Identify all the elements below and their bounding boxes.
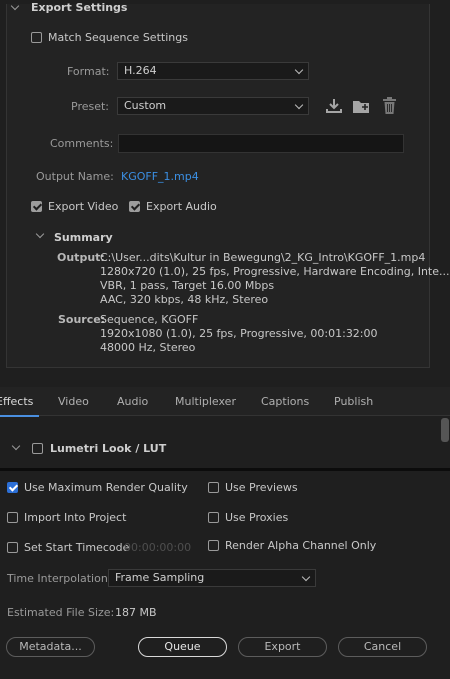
max-render-quality-label: Use Maximum Render Quality [24,481,188,494]
output-name-link[interactable]: KGOFF_1.mp4 [121,170,199,183]
export-video-checkbox[interactable] [31,201,42,212]
save-preset-icon[interactable] [325,98,343,114]
render-alpha-checkbox[interactable] [208,540,219,551]
source-summary-label: Source: [58,313,106,326]
time-interpolation-value: Frame Sampling [115,571,205,584]
start-timecode-field[interactable]: 00:00:00:00 [124,541,191,554]
tab-multiplexer[interactable]: Multiplexer [175,395,236,408]
chevron-down-icon [301,572,311,582]
render-alpha-label: Render Alpha Channel Only [225,539,377,552]
tab-publish[interactable]: Publish [334,395,373,408]
preset-dropdown[interactable]: Custom [117,97,309,115]
preset-label: Preset: [71,100,110,113]
output-line: VBR, 1 pass, Target 16.00 Mbps [100,279,275,292]
time-interpolation-dropdown[interactable]: Frame Sampling [108,569,316,587]
output-summary-label: Output: [57,251,105,264]
tab-captions[interactable]: Captions [261,395,309,408]
import-preset-icon[interactable] [352,98,371,114]
match-sequence-label: Match Sequence Settings [48,31,188,44]
chevron-down-icon [294,65,304,75]
queue-button[interactable]: Queue [138,637,227,657]
export-settings-title: Export Settings [31,1,128,14]
tab-video[interactable]: Video [58,395,89,408]
export-audio-checkbox[interactable] [129,201,140,212]
import-into-project-label: Import Into Project [24,511,127,524]
match-sequence-checkbox[interactable] [31,32,42,43]
output-line: C:\User...dits\Kultur in Bewegung\2_KG_I… [100,251,426,264]
chevron-down-icon [294,100,304,110]
format-label: Format: [67,65,110,78]
tab-audio[interactable]: Audio [117,395,148,408]
time-interpolation-label: Time Interpolation: [7,572,112,585]
settings-tab-bar: Effects Video Audio Multiplexer Captions… [0,387,450,417]
comments-label: Comments: [50,137,114,150]
use-previews-label: Use Previews [225,481,298,494]
lumetri-collapse-icon[interactable] [11,441,21,451]
metadata-button[interactable]: Metadata... [6,637,95,657]
delete-preset-icon[interactable] [382,97,397,114]
comments-input[interactable] [118,134,404,153]
lumetri-checkbox[interactable] [32,443,43,454]
effects-scrollbar[interactable] [441,418,449,442]
set-start-timecode-label: Set Start Timecode [24,541,130,554]
preset-value: Custom [124,99,167,112]
source-line: 1920x1080 (1.0), 25 fps, Progressive, 00… [100,327,378,340]
use-proxies-label: Use Proxies [225,511,289,524]
format-dropdown[interactable]: H.264 [117,62,309,80]
cancel-button[interactable]: Cancel [338,637,427,657]
use-previews-checkbox[interactable] [208,482,219,493]
summary-title: Summary [54,231,113,244]
output-name-label: Output Name: [36,170,114,183]
panel-divider [0,468,450,471]
import-into-project-checkbox[interactable] [7,512,18,523]
output-line: AAC, 320 kbps, 48 kHz, Stereo [100,293,269,306]
tab-effects[interactable]: Effects [0,395,40,417]
set-start-timecode-checkbox[interactable] [7,542,18,553]
lumetri-label: Lumetri Look / LUT [50,442,167,455]
format-value: H.264 [124,64,157,77]
estimated-size-value: 187 MB [115,606,157,619]
output-line: 1280x720 (1.0), 25 fps, Progressive, Har… [100,265,450,278]
use-proxies-checkbox[interactable] [208,512,219,523]
estimated-size-label: Estimated File Size: [7,606,115,619]
source-line: Sequence, KGOFF [100,313,199,326]
max-render-quality-checkbox[interactable] [7,482,18,493]
export-video-label: Export Video [48,200,119,213]
export-audio-label: Export Audio [146,200,217,213]
export-button[interactable]: Export [238,637,327,657]
source-line: 48000 Hz, Stereo [100,341,196,354]
